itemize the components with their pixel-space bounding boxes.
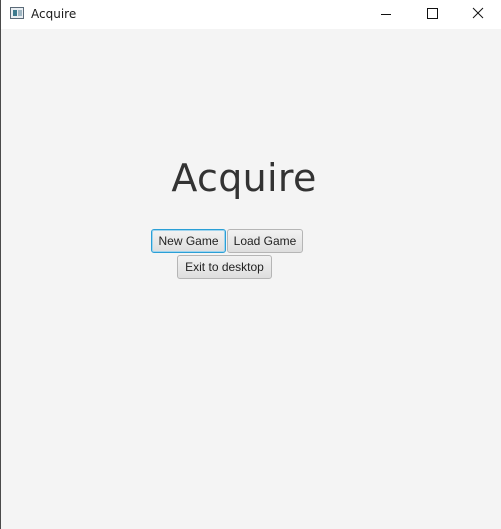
app-window: Acquire Acquire New Game Load Game Exit … <box>0 0 501 529</box>
app-window-icon <box>10 7 24 19</box>
title-bar[interactable]: Acquire <box>1 0 501 29</box>
minimize-icon <box>381 14 391 15</box>
game-title-heading: Acquire <box>171 156 317 200</box>
maximize-icon <box>427 8 438 19</box>
load-game-button[interactable]: Load Game <box>227 229 303 253</box>
exit-to-desktop-button[interactable]: Exit to desktop <box>177 255 272 279</box>
close-icon <box>472 7 484 19</box>
close-button[interactable] <box>455 0 501 29</box>
maximize-button[interactable] <box>409 0 455 29</box>
minimize-button[interactable] <box>363 0 409 29</box>
main-menu: Acquire New Game Load Game Exit to deskt… <box>1 29 501 529</box>
window-title: Acquire <box>31 7 77 21</box>
new-game-button[interactable]: New Game <box>151 229 226 253</box>
